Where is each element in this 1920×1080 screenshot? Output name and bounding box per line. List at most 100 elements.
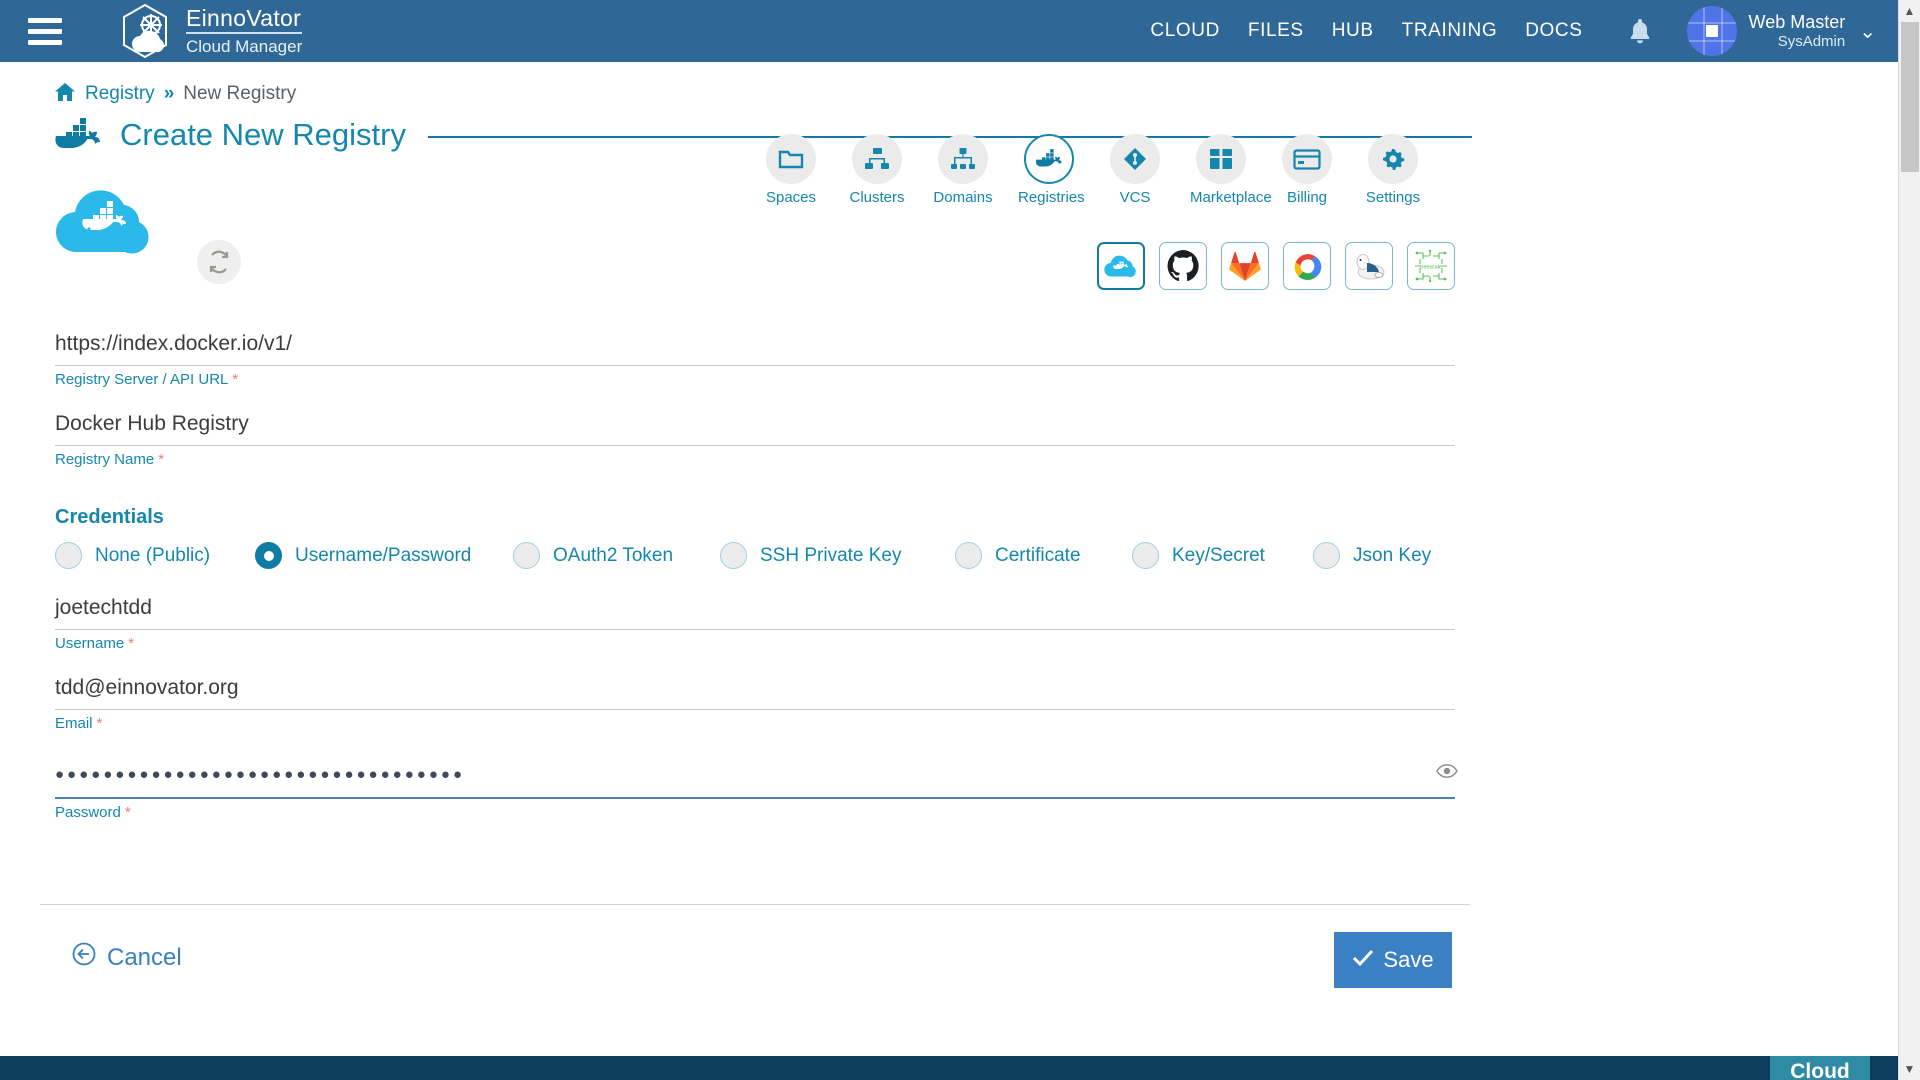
docker-whale-icon bbox=[52, 118, 104, 152]
provider-docker-hub[interactable] bbox=[1097, 242, 1145, 290]
label-text: Registry Server / API URL bbox=[55, 371, 229, 388]
nav-icon-settings[interactable]: Settings bbox=[1362, 134, 1424, 206]
nav-link-docs[interactable]: DOCS bbox=[1525, 20, 1582, 42]
nav-icon-label: Domains bbox=[933, 189, 993, 206]
brand-name: EinnoVator bbox=[186, 5, 303, 34]
scrollbar-thumb[interactable] bbox=[1901, 22, 1919, 172]
credential-option-certificate[interactable]: Certificate bbox=[955, 542, 1132, 569]
provider-treescale[interactable]: treescale bbox=[1407, 242, 1455, 290]
nav-icon-domains[interactable]: Domains bbox=[932, 134, 994, 206]
hamburger-menu-icon[interactable] bbox=[14, 17, 76, 45]
nav-link-files[interactable]: FILES bbox=[1248, 20, 1304, 42]
credential-label: OAuth2 Token bbox=[553, 544, 674, 566]
registry-url-input[interactable]: https://index.docker.io/v1/ bbox=[55, 332, 1455, 365]
footer-left-segment bbox=[0, 1056, 1770, 1080]
credential-option-username-password[interactable]: Username/Password bbox=[255, 542, 513, 569]
credential-label: None (Public) bbox=[95, 544, 211, 566]
radio-dot bbox=[513, 542, 540, 569]
nav-icon-label: Marketplace bbox=[1190, 189, 1272, 206]
eye-icon[interactable] bbox=[1436, 762, 1458, 784]
nav-icon-label: Spaces bbox=[765, 189, 817, 206]
docker-whale-icon bbox=[1024, 134, 1074, 184]
label-text: Registry Name bbox=[55, 451, 155, 468]
nav-icon-label: VCS bbox=[1119, 189, 1151, 206]
breadcrumb-current: New Registry bbox=[183, 83, 297, 104]
credential-option-key-secret[interactable]: Key/Secret bbox=[1132, 542, 1313, 569]
field-password: ●●●●●●●●●●●●●●●●●●●●●●●●●●●●●●●●●● Passw… bbox=[55, 764, 1458, 821]
credentials-title: Credentials bbox=[55, 506, 164, 528]
footer-tab-cloud[interactable]: Cloud bbox=[1770, 1062, 1870, 1080]
username-input[interactable]: joetechtdd bbox=[55, 596, 1455, 629]
nav-icon-billing[interactable]: Billing bbox=[1276, 134, 1338, 206]
password-label: Password * bbox=[55, 804, 1455, 821]
svg-text:treescale: treescale bbox=[1420, 265, 1442, 271]
top-nav-links: CLOUD FILES HUB TRAINING DOCS bbox=[1150, 20, 1582, 42]
field-username: joetechtdd Username * bbox=[55, 596, 1455, 652]
breadcrumb-registry-link[interactable]: Registry bbox=[85, 83, 155, 105]
scroll-up-icon[interactable]: ▲ bbox=[1899, 0, 1920, 22]
top-navigation-bar: EinnoVator Cloud Manager CLOUD FILES HUB… bbox=[0, 0, 1898, 62]
credential-option-json-key[interactable]: Json Key bbox=[1313, 542, 1431, 569]
required-marker: * bbox=[128, 635, 135, 652]
refresh-icon[interactable] bbox=[197, 240, 241, 284]
nav-icon-registries[interactable]: Registries bbox=[1018, 134, 1085, 206]
credential-option-none-public[interactable]: None (Public) bbox=[55, 542, 255, 569]
save-button[interactable]: Save bbox=[1334, 932, 1452, 988]
provider-gitlab[interactable] bbox=[1221, 242, 1269, 290]
provider-google-cloud[interactable] bbox=[1283, 242, 1331, 290]
registry-name-label: Registry Name * bbox=[55, 451, 1455, 468]
nav-icon-label: Clusters bbox=[849, 189, 905, 206]
email-label: Email * bbox=[55, 715, 1455, 732]
scroll-down-icon[interactable]: ▼ bbox=[1899, 1058, 1920, 1080]
credential-option-oauth2-token[interactable]: OAuth2 Token bbox=[513, 542, 720, 569]
breadcrumb-separator: » bbox=[163, 83, 175, 104]
required-marker: * bbox=[158, 451, 165, 468]
section-icon-nav: Spaces Clusters Domains Registries VCS M… bbox=[760, 134, 1424, 206]
nav-link-hub[interactable]: HUB bbox=[1332, 20, 1374, 42]
radio-dot-selected bbox=[255, 542, 282, 569]
git-branch-diamond-icon bbox=[1110, 134, 1160, 184]
credential-label: SSH Private Key bbox=[760, 544, 902, 566]
nav-icon-clusters[interactable]: Clusters bbox=[846, 134, 908, 206]
notification-bell-icon[interactable] bbox=[1627, 17, 1653, 45]
vertical-scrollbar[interactable]: ▲ ▼ bbox=[1898, 0, 1920, 1080]
home-icon[interactable] bbox=[54, 82, 76, 106]
nav-link-cloud[interactable]: CLOUD bbox=[1150, 20, 1220, 42]
provider-github[interactable] bbox=[1159, 242, 1207, 290]
credit-card-icon bbox=[1282, 134, 1332, 184]
brand-logo[interactable]: EinnoVator Cloud Manager bbox=[114, 0, 303, 62]
brand-subtitle: Cloud Manager bbox=[186, 37, 303, 56]
required-marker: * bbox=[124, 804, 131, 821]
credentials-radio-group: None (Public) Username/Password OAuth2 T… bbox=[55, 542, 1431, 569]
credential-label: Certificate bbox=[995, 544, 1081, 566]
nav-icon-spaces[interactable]: Spaces bbox=[760, 134, 822, 206]
field-underline bbox=[55, 629, 1455, 630]
page-root: EinnoVator Cloud Manager CLOUD FILES HUB… bbox=[0, 0, 1920, 1080]
label-text: Email bbox=[55, 715, 93, 732]
email-input[interactable]: tdd@einnovator.org bbox=[55, 676, 1455, 709]
breadcrumb: Registry » New Registry bbox=[54, 82, 296, 106]
nav-icon-vcs[interactable]: VCS bbox=[1104, 134, 1166, 206]
credential-label: Username/Password bbox=[295, 544, 472, 566]
label-text: Password bbox=[55, 804, 121, 821]
password-input[interactable]: ●●●●●●●●●●●●●●●●●●●●●●●●●●●●●●●●●● bbox=[55, 766, 1455, 797]
field-underline bbox=[55, 445, 1455, 446]
registry-name-input[interactable]: Docker Hub Registry bbox=[55, 412, 1455, 445]
cancel-button[interactable]: Cancel bbox=[72, 942, 182, 973]
check-icon bbox=[1352, 947, 1374, 973]
save-label: Save bbox=[1383, 947, 1434, 972]
cluster-nodes-icon bbox=[852, 134, 902, 184]
chevron-down-icon[interactable]: ⌄ bbox=[1859, 19, 1876, 44]
user-menu[interactable]: Web Master SysAdmin ⌄ bbox=[1686, 6, 1876, 56]
provider-quay[interactable] bbox=[1345, 242, 1393, 290]
credential-option-ssh-private-key[interactable]: SSH Private Key bbox=[720, 542, 955, 569]
docker-cloud-logo-icon bbox=[55, 190, 155, 264]
cancel-label: Cancel bbox=[107, 943, 182, 971]
user-role: SysAdmin bbox=[1777, 32, 1846, 50]
nav-link-training[interactable]: TRAINING bbox=[1402, 20, 1498, 42]
page-header: Registry » New Registry Create New Regis… bbox=[0, 62, 1898, 206]
radio-dot bbox=[55, 542, 82, 569]
nav-icon-marketplace[interactable]: Marketplace bbox=[1190, 134, 1272, 206]
field-registry-name: Docker Hub Registry Registry Name * bbox=[55, 412, 1455, 468]
radio-dot bbox=[1132, 542, 1159, 569]
